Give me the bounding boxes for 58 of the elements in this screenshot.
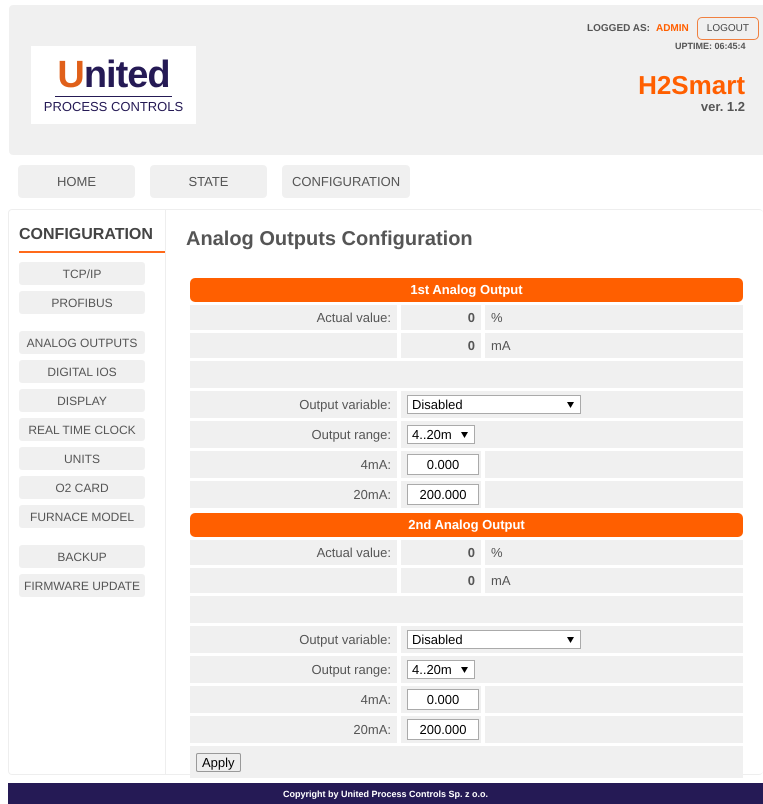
nav-button[interactable]: CONFIGURATION: [282, 165, 410, 198]
sidebar-item[interactable]: REAL TIME CLOCK: [19, 418, 145, 441]
input-field[interactable]: 0.000: [407, 689, 479, 710]
field-label: Output variable:: [190, 626, 397, 653]
field-label: 4mA:: [190, 686, 397, 713]
section-header: 2nd Analog Output: [190, 513, 743, 537]
input-field[interactable]: 0.000: [407, 454, 479, 475]
field-label: 20mA:: [190, 716, 397, 743]
uptime-text: UPTIME: 06:45:4: [674, 41, 746, 51]
field-label: 20mA:: [190, 481, 397, 508]
user-name: ADMIN: [656, 23, 689, 34]
apply-button[interactable]: Apply: [196, 752, 241, 772]
sidebar-item[interactable]: FIRMWARE UPDATE: [19, 574, 145, 597]
value-text: 0: [401, 333, 481, 358]
caret-icon: [461, 666, 468, 672]
nav-button[interactable]: STATE: [150, 165, 267, 198]
field-label: Output variable:: [190, 391, 397, 418]
dropdown[interactable]: 4..20m: [407, 660, 475, 679]
input-field[interactable]: 200.000: [407, 484, 479, 505]
section-header: 1st Analog Output: [190, 278, 743, 302]
caret-icon: [567, 402, 574, 408]
field-label: Actual value:: [190, 305, 397, 330]
sidebar-item[interactable]: PROFIBUS: [19, 291, 145, 314]
caret-icon: [567, 636, 574, 642]
input-field[interactable]: 200.000: [407, 719, 479, 740]
nav-button[interactable]: HOME: [18, 165, 135, 198]
field-label: Output range:: [190, 656, 397, 683]
logo-name: United: [55, 56, 172, 97]
sidebar-item[interactable]: ANALOG OUTPUTS: [19, 331, 145, 354]
dropdown[interactable]: Disabled: [407, 630, 581, 649]
product-name: H2Smart: [638, 71, 745, 99]
sidebar-item[interactable]: O2 CARD: [19, 476, 145, 499]
dropdown[interactable]: 4..20m: [407, 425, 475, 444]
field-label: Output range:: [190, 421, 397, 448]
version-text: ver. 1.2: [700, 99, 745, 114]
value-text: 0: [401, 305, 481, 330]
caret-icon: [461, 432, 468, 438]
sidebar-item[interactable]: FURNACE MODEL: [19, 505, 145, 528]
unit-text: mA: [485, 568, 743, 593]
sidebar-item[interactable]: TCP/IP: [19, 262, 145, 285]
unit-text: %: [485, 305, 743, 330]
sidebar-item[interactable]: DISPLAY: [19, 389, 145, 412]
dropdown[interactable]: Disabled: [407, 395, 581, 414]
sidebar-item[interactable]: DIGITAL IOS: [19, 360, 145, 383]
logout-button[interactable]: LOGOUT: [696, 17, 759, 40]
value-text: 0: [401, 568, 481, 593]
footer-text: Copyright by United Process Controls Sp. z o.o.: [8, 783, 763, 804]
logged-as-label: LOGGED AS:: [587, 23, 650, 34]
unit-text: mA: [485, 333, 743, 358]
sidebar-item[interactable]: BACKUP: [19, 545, 145, 568]
unit-text: %: [485, 540, 743, 565]
value-text: 0: [401, 540, 481, 565]
page-title: Analog Outputs Configuration: [186, 228, 474, 251]
field-label: 4mA:: [190, 451, 397, 478]
logo-subtitle: PROCESS CONTROLS: [44, 99, 184, 114]
sidebar-item[interactable]: UNITS: [19, 447, 145, 470]
sidebar-title: CONFIGURATION: [19, 226, 165, 253]
field-label: Actual value:: [190, 540, 397, 565]
